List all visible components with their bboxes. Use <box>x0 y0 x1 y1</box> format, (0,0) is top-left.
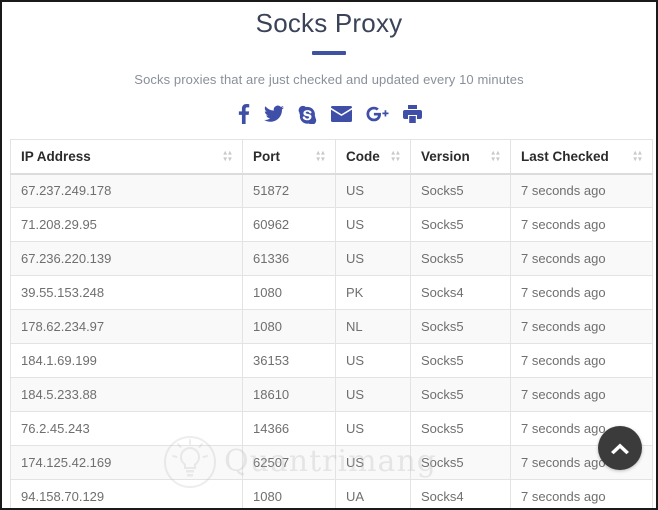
cell-version: Socks5 <box>410 377 511 412</box>
column-label: Version <box>421 148 470 164</box>
cell-last-checked: 7 seconds ago <box>510 173 653 208</box>
cell-code: US <box>335 241 411 276</box>
cell-ip-address: 184.1.69.199 <box>10 343 243 378</box>
cell-code: US <box>335 343 411 378</box>
cell-ip-address: 67.236.220.139 <box>10 241 243 276</box>
cell-port: 18610 <box>242 377 336 412</box>
cell-code: PK <box>335 275 411 310</box>
sort-icon[interactable] <box>633 150 642 162</box>
table-row: 178.62.234.97 1080 NL Socks5 7 seconds ago <box>10 309 653 344</box>
table-body: 67.237.249.178 51872 US Socks5 7 seconds ago… <box>10 173 653 508</box>
cell-version: Socks5 <box>410 445 511 480</box>
table-row: 174.125.42.169 62507 US Socks5 7 seconds ago <box>10 445 653 480</box>
column-header-version[interactable]: Version <box>410 139 511 175</box>
cell-port: 36153 <box>242 343 336 378</box>
cell-last-checked: 7 seconds ago <box>510 343 653 378</box>
cell-port: 51872 <box>242 173 336 208</box>
table-row: 39.55.153.248 1080 PK Socks4 7 seconds ago <box>10 275 653 310</box>
cell-ip-address: 76.2.45.243 <box>10 411 243 446</box>
cell-last-checked: 7 seconds ago <box>510 241 653 276</box>
cell-version: Socks5 <box>410 207 511 242</box>
cell-port: 62507 <box>242 445 336 480</box>
social-share-bar <box>2 103 656 125</box>
facebook-icon[interactable] <box>237 104 250 124</box>
cell-last-checked: 7 seconds ago <box>510 479 653 508</box>
scroll-to-top-button[interactable] <box>598 426 642 470</box>
cell-ip-address: 178.62.234.97 <box>10 309 243 344</box>
cell-version: Socks4 <box>410 479 511 508</box>
cell-code: US <box>335 445 411 480</box>
column-header-code[interactable]: Code <box>335 139 411 175</box>
cell-last-checked: 7 seconds ago <box>510 377 653 412</box>
column-label: IP Address <box>21 148 91 164</box>
title-divider <box>312 51 346 55</box>
cell-ip-address: 39.55.153.248 <box>10 275 243 310</box>
table-row: 67.236.220.139 61336 US Socks5 7 seconds ago <box>10 241 653 276</box>
cell-ip-address: 94.158.70.129 <box>10 479 243 508</box>
print-icon[interactable] <box>402 105 422 123</box>
cell-ip-address: 71.208.29.95 <box>10 207 243 242</box>
sort-icon[interactable] <box>223 150 232 162</box>
cell-code: US <box>335 207 411 242</box>
column-label: Port <box>253 148 280 164</box>
cell-version: Socks5 <box>410 173 511 208</box>
cell-last-checked: 7 seconds ago <box>510 207 653 242</box>
cell-ip-address: 174.125.42.169 <box>10 445 243 480</box>
cell-last-checked: 7 seconds ago <box>510 275 653 310</box>
cell-code: US <box>335 173 411 208</box>
table-header: IP Address Port Code Version Last Checke… <box>10 139 653 175</box>
sort-icon[interactable] <box>391 150 400 162</box>
table-row: 94.158.70.129 1080 UA Socks4 7 seconds ago <box>10 479 653 508</box>
twitter-icon[interactable] <box>263 105 284 123</box>
table-header-row: IP Address Port Code Version Last Checke… <box>10 139 653 175</box>
proxy-table-container: IP Address Port Code Version Last Checke… <box>2 139 656 508</box>
page-root: Socks Proxy Socks proxies that are just … <box>0 0 658 510</box>
cell-port: 1080 <box>242 479 336 508</box>
cell-version: Socks5 <box>410 411 511 446</box>
table-row: 67.237.249.178 51872 US Socks5 7 seconds ago <box>10 173 653 208</box>
email-icon[interactable] <box>330 106 352 122</box>
column-header-ip-address[interactable]: IP Address <box>10 139 243 175</box>
cell-code: UA <box>335 479 411 508</box>
cell-last-checked: 7 seconds ago <box>510 309 653 344</box>
cell-port: 61336 <box>242 241 336 276</box>
cell-version: Socks4 <box>410 275 511 310</box>
cell-ip-address: 184.5.233.88 <box>10 377 243 412</box>
page-header: Socks Proxy Socks proxies that are just … <box>2 2 656 125</box>
column-header-last-checked[interactable]: Last Checked <box>510 139 653 175</box>
cell-version: Socks5 <box>410 343 511 378</box>
table-row: 71.208.29.95 60962 US Socks5 7 seconds ago <box>10 207 653 242</box>
skype-icon[interactable] <box>298 105 317 124</box>
chevron-up-icon <box>610 442 630 455</box>
column-header-port[interactable]: Port <box>242 139 336 175</box>
cell-port: 1080 <box>242 309 336 344</box>
cell-code: NL <box>335 309 411 344</box>
column-label: Last Checked <box>521 148 609 164</box>
cell-version: Socks5 <box>410 241 511 276</box>
cell-port: 14366 <box>242 411 336 446</box>
table-row: 184.1.69.199 36153 US Socks5 7 seconds ago <box>10 343 653 378</box>
page-title: Socks Proxy <box>255 8 403 38</box>
cell-code: US <box>335 411 411 446</box>
cell-version: Socks5 <box>410 309 511 344</box>
sort-icon[interactable] <box>316 150 325 162</box>
cell-port: 1080 <box>242 275 336 310</box>
google-plus-icon[interactable] <box>366 105 389 123</box>
proxy-table: IP Address Port Code Version Last Checke… <box>10 139 653 508</box>
column-label: Code <box>346 148 380 164</box>
page-subtitle: Socks proxies that are just checked and … <box>134 72 524 87</box>
cell-ip-address: 67.237.249.178 <box>10 173 243 208</box>
table-row: 76.2.45.243 14366 US Socks5 7 seconds ago <box>10 411 653 446</box>
sort-icon[interactable] <box>491 150 500 162</box>
table-row: 184.5.233.88 18610 US Socks5 7 seconds ago <box>10 377 653 412</box>
cell-code: US <box>335 377 411 412</box>
cell-port: 60962 <box>242 207 336 242</box>
